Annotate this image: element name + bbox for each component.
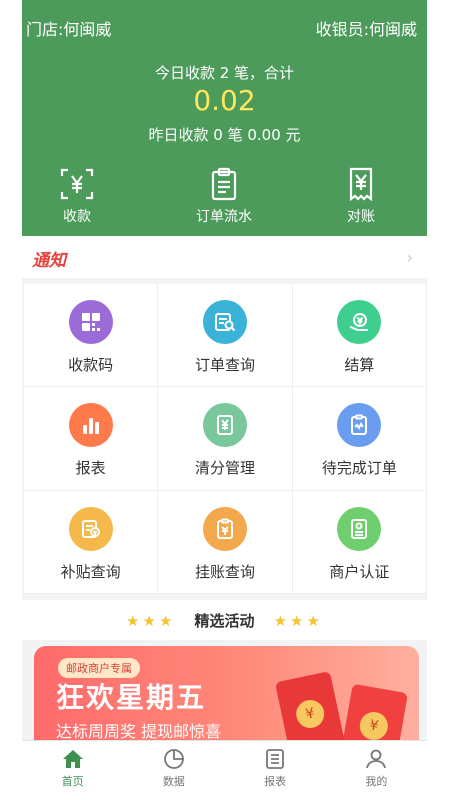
grid-item-label: 待完成订单 (321, 459, 397, 478)
star-icon: ★★★ (273, 612, 323, 630)
feature-grid: 收款码 订单查询 结算 报表 清分管理 待完成订单 补贴查询 挂账查询 商户认证 (24, 284, 427, 594)
today-summary: 今日收款 2 笔，合计 (154, 64, 295, 82)
featured-activities-header: ★★★ 精选活动 ★★★ (22, 600, 427, 640)
bottom-tab-bar: 首页 数据 报表 我的 (22, 740, 427, 800)
tab-data[interactable]: 数据 (123, 741, 224, 800)
notice-tag: 通知 (32, 251, 66, 271)
bar-chart-icon (68, 403, 113, 448)
home-icon (62, 750, 83, 768)
collect-payment-button[interactable]: 收款 (22, 166, 132, 226)
star-icon: ★★★ (126, 612, 176, 630)
app-frame: 门店:何闽威 收银员:何闽威 今日收款 2 笔，合计 0.02 昨日收款 0 笔… (22, 0, 427, 800)
receipt-icon (349, 167, 373, 202)
pending-order-icon (337, 403, 382, 448)
today-amount: 0.02 (193, 84, 256, 117)
collect-payment-label: 收款 (63, 209, 91, 225)
tab-label: 首页 (61, 775, 84, 788)
grid-item-credit[interactable]: 挂账查询 (158, 490, 293, 594)
order-flow-button[interactable]: 订单流水 (169, 166, 279, 226)
grid-item-merchant-cert[interactable]: 商户认证 (292, 490, 427, 594)
grid-item-label: 挂账查询 (194, 562, 255, 581)
banner-headline: 狂欢星期五 (56, 681, 207, 714)
chevron-right-icon: › (406, 248, 413, 267)
grid-item-label: 补贴查询 (60, 562, 121, 581)
tab-mine[interactable]: 我的 (326, 741, 427, 800)
grid-item-order-query[interactable]: 订单查询 (158, 284, 293, 388)
scan-yuan-icon (60, 168, 94, 200)
order-search-icon (202, 300, 247, 344)
grid-item-label: 结算 (344, 356, 375, 374)
banner-tag: 邮政商户专属 (58, 658, 140, 678)
grid-item-label: 报表 (75, 459, 106, 478)
user-icon (366, 749, 387, 769)
grid-item-report[interactable]: 报表 (24, 387, 159, 491)
merchant-cert-icon (337, 506, 382, 551)
grid-item-label: 清分管理 (194, 459, 255, 478)
report-list-icon (266, 749, 285, 769)
clipboard-icon (211, 167, 237, 201)
banner-subline: 达标周周奖 提现邮惊喜 (56, 722, 222, 741)
qr-code-icon (68, 300, 113, 344)
grid-item-subsidy[interactable]: 补贴查询 (24, 490, 159, 594)
order-flow-label: 订单流水 (196, 209, 252, 225)
grid-item-clearing[interactable]: 清分管理 (158, 387, 293, 491)
subsidy-icon (68, 506, 113, 551)
grid-item-label: 收款码 (68, 356, 114, 374)
settlement-icon (337, 300, 382, 344)
cashier-label: 收银员:何闽威 (315, 20, 417, 39)
reconcile-label: 对账 (347, 209, 375, 225)
grid-item-pending-orders[interactable]: 待完成订单 (292, 387, 427, 491)
reconcile-button[interactable]: 对账 (306, 166, 416, 226)
grid-item-label: 订单查询 (194, 356, 255, 374)
tab-label: 报表 (264, 775, 287, 788)
clearing-icon (202, 403, 247, 448)
tab-report[interactable]: 报表 (225, 741, 326, 800)
store-label: 门店:何闽威 (26, 20, 112, 39)
pie-chart-icon (163, 749, 184, 769)
tab-home[interactable]: 首页 (22, 741, 123, 800)
notice-bar[interactable]: 通知 › (22, 236, 427, 278)
yesterday-summary: 昨日收款 0 笔 0.00 元 (148, 126, 301, 144)
summary-header: 门店:何闽威 收银员:何闽威 今日收款 2 笔，合计 0.02 昨日收款 0 笔… (22, 0, 427, 236)
tab-label: 数据 (162, 775, 185, 788)
featured-title: 精选活动 (194, 612, 255, 630)
credit-icon (202, 506, 247, 551)
grid-item-settlement[interactable]: 结算 (292, 284, 427, 388)
grid-item-label: 商户认证 (329, 562, 390, 581)
grid-item-payment-code[interactable]: 收款码 (24, 284, 159, 388)
tab-label: 我的 (365, 775, 388, 788)
